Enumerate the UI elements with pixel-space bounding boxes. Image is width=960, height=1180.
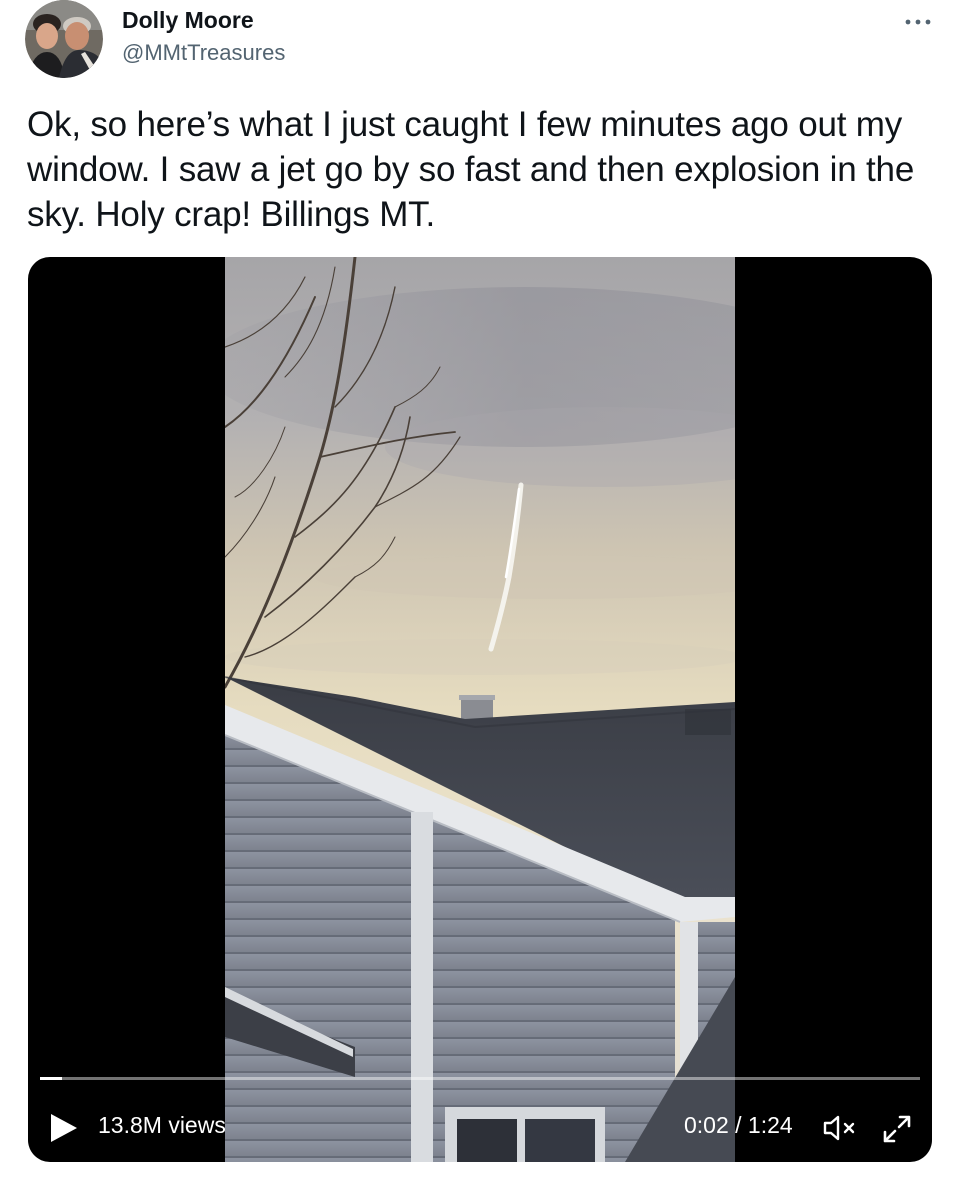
avatar[interactable] — [25, 0, 103, 78]
view-count: 13.8M views — [98, 1112, 226, 1138]
play-icon — [51, 1114, 77, 1142]
more-icon[interactable] — [900, 6, 936, 34]
tweet-text: Ok, so here’s what I just caught I few m… — [27, 105, 915, 234]
author-display-name[interactable]: Dolly Moore — [122, 7, 254, 34]
video-progress-bar[interactable] — [40, 1077, 920, 1080]
video-player[interactable]: 13.8M views 0:02 / 1:24 — [28, 257, 932, 1162]
author-handle[interactable]: @MMtTreasures — [122, 40, 285, 66]
video-progress-fill — [40, 1077, 62, 1080]
mute-button[interactable] — [821, 1113, 859, 1143]
play-button[interactable] — [46, 1111, 82, 1145]
fullscreen-expand-icon — [883, 1115, 911, 1143]
video-frame — [225, 257, 735, 1162]
tweet-card: Dolly Moore @MMtTreasures Ok, so here’s … — [0, 0, 960, 1180]
avatar-photo — [25, 0, 103, 78]
video-time: 0:02 / 1:24 — [684, 1112, 793, 1138]
volume-muted-icon — [823, 1115, 855, 1141]
fullscreen-button[interactable] — [880, 1113, 914, 1145]
